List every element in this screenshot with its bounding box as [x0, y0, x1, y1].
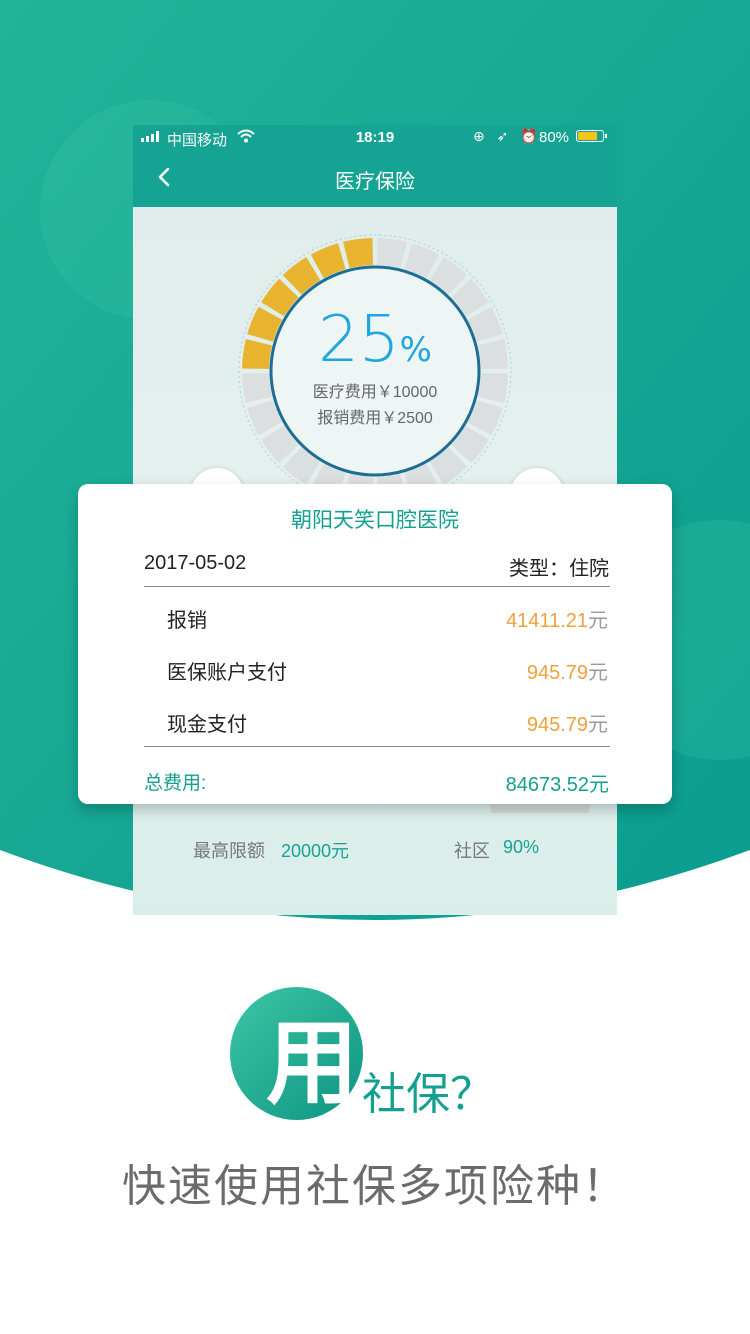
- gauge-segment-empty: [477, 339, 508, 369]
- gauge-segment-empty: [242, 373, 273, 403]
- medical-cost-label: 医疗费用￥10000: [313, 383, 438, 401]
- status-bar: 中国移动 18:19 ⊕ ➶ ⏰ 80%: [133, 125, 617, 149]
- hospital-name: 朝阳天笑口腔医院: [291, 509, 459, 532]
- claim-date: 2017-05-02: [144, 552, 247, 574]
- account-pay-value: 945.79元: [526, 662, 608, 684]
- account-pay-label: 医保账户支付: [167, 662, 287, 684]
- max-limit-value: 20000元: [281, 841, 350, 861]
- divider: [144, 586, 610, 587]
- cash-pay-value: 945.79元: [526, 714, 608, 736]
- promo-slogan: 快速使用社保多项险种！: [122, 1162, 628, 1211]
- reimbursement-value: 41411.21元: [506, 610, 608, 632]
- nav-bar: 医疗保险: [133, 149, 617, 207]
- promo-question: 社保？: [362, 1070, 494, 1119]
- max-limit-label: 最高限额: [193, 841, 265, 861]
- gauge-segment-filled: [242, 339, 273, 369]
- total-label: 总费用:: [144, 773, 207, 794]
- community-value: 90%: [503, 837, 540, 857]
- battery-icon: [576, 130, 607, 142]
- total-value: 84673.52元: [505, 774, 609, 796]
- page-title: 医疗保险: [335, 171, 415, 193]
- claim-card[interactable]: 朝阳天笑口腔医院 2017-05-02 类型：住院 报销 41411.21元 医…: [78, 484, 672, 804]
- status-icons: ⊕ ➶ ⏰: [473, 128, 542, 144]
- gauge-segment-filled: [343, 238, 373, 269]
- community-label: 社区: [454, 841, 490, 861]
- cash-pay-label: 现金支付: [167, 714, 247, 736]
- battery-percent: 80%: [539, 129, 570, 146]
- gauge-segment-empty: [377, 238, 407, 269]
- divider: [144, 746, 610, 747]
- reimbursed-label: 报销费用￥2500: [317, 409, 433, 427]
- gauge-segment-empty: [477, 373, 508, 403]
- claim-type: 类型：住院: [509, 558, 609, 580]
- promo-big-char: 用: [266, 1013, 359, 1115]
- reimbursement-label: 报销: [167, 610, 207, 632]
